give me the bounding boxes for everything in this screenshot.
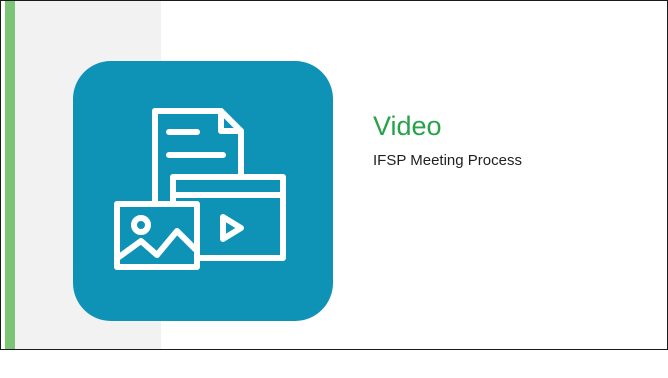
accent-bar	[5, 1, 15, 349]
icon-tile	[73, 61, 333, 321]
document-shape	[152, 108, 244, 180]
slide: Video IFSP Meeting Process	[0, 0, 668, 350]
play-icon	[220, 214, 244, 242]
slide-title: Video	[373, 111, 442, 141]
media-files-icon	[114, 108, 286, 270]
slide-subtitle: IFSP Meeting Process	[373, 152, 522, 169]
